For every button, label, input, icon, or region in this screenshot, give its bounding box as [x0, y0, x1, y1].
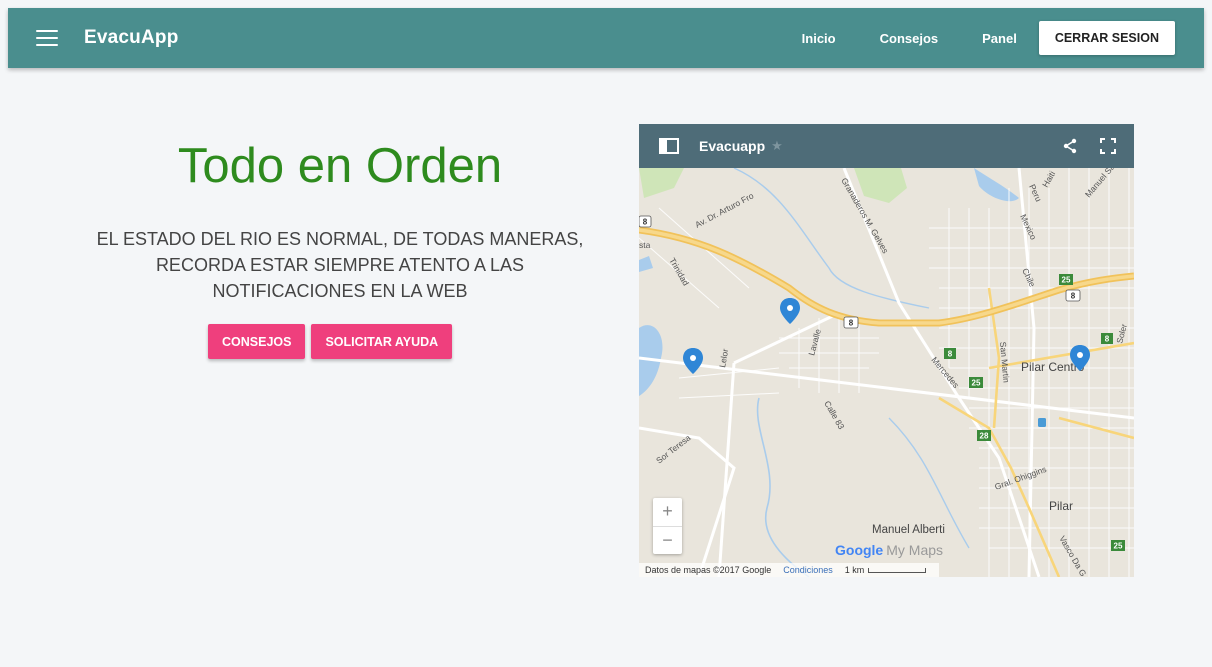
scale-bar — [868, 567, 927, 573]
star-icon[interactable]: ★ — [771, 138, 783, 154]
tips-button[interactable]: CONSEJOS — [208, 324, 306, 359]
scale-label: 1 km — [844, 565, 865, 575]
place-label: Manuel Alberti — [872, 524, 945, 536]
svg-text:25: 25 — [972, 379, 981, 388]
svg-text:8: 8 — [643, 218, 648, 227]
map-legend-toggle-icon[interactable] — [659, 138, 679, 154]
status-message-line: EL ESTADO DEL RIO ES NORMAL, DE TODAS MA… — [96, 229, 584, 249]
map-title: Evacuapp — [699, 138, 766, 154]
svg-text:25: 25 — [1062, 276, 1071, 285]
zoom-out-button[interactable]: − — [653, 525, 682, 555]
map-canvas[interactable]: 8 8 8 25 8 8 25 28 25 Av. Dr. Arturo Fro… — [639, 168, 1134, 577]
google-my-maps-logo: Google My Maps — [835, 542, 943, 558]
map-attribution-bar: Datos de mapas ©2017 Google Condiciones … — [639, 563, 939, 577]
app-brand[interactable]: EvacuApp — [84, 27, 179, 49]
google-logo: Google — [835, 542, 884, 558]
my-maps-label: My Maps — [886, 542, 944, 558]
route-shield: 8 — [843, 316, 859, 329]
logout-button[interactable]: CERRAR SESION — [1038, 21, 1175, 55]
nav-panel[interactable]: Panel — [982, 31, 1017, 46]
embedded-map[interactable]: Evacuapp ★ 8 8 8 25 8 8 25 28 25 Av. Dr.… — [639, 124, 1134, 577]
nav-consejos[interactable]: Consejos — [880, 31, 939, 46]
svg-text:8: 8 — [1105, 335, 1110, 344]
svg-text:28: 28 — [980, 432, 989, 441]
route-shield: 25 — [1111, 540, 1125, 551]
terms-link[interactable]: Condiciones — [783, 565, 833, 575]
route-shield: 25 — [969, 377, 983, 388]
street-label: sta — [639, 240, 651, 250]
action-buttons: CONSEJOS SOLICITAR AYUDA — [208, 324, 453, 359]
status-headline: Todo en Orden — [177, 139, 503, 193]
svg-text:8: 8 — [1071, 292, 1076, 301]
place-label: Pilar — [1049, 499, 1073, 513]
status-message-line: RECORDA ESTAR SIEMPRE ATENTO A LAS — [155, 255, 525, 275]
route-shield: 25 — [1059, 274, 1073, 285]
map-scale: 1 km — [845, 565, 927, 575]
zoom-controls: + − — [653, 498, 682, 554]
route-shield: 8 — [639, 215, 652, 228]
svg-text:8: 8 — [849, 319, 854, 328]
fullscreen-icon[interactable] — [1100, 138, 1116, 154]
nav-inicio[interactable]: Inicio — [802, 31, 836, 46]
top-app-bar: EvacuApp Inicio Consejos Panel CERRAR SE… — [8, 8, 1204, 68]
map-attribution: Datos de mapas ©2017 Google — [645, 565, 772, 575]
route-shield: 28 — [977, 430, 991, 441]
status-message: EL ESTADO DEL RIO ES NORMAL, DE TODAS MA… — [60, 226, 620, 304]
request-help-button[interactable]: SOLICITAR AYUDA — [311, 324, 453, 359]
top-nav: Inicio Consejos Panel CERRAR SESION — [780, 21, 1204, 55]
zoom-in-button[interactable]: + — [653, 498, 682, 526]
status-message-line: NOTIFICACIONES EN LA WEB — [212, 281, 468, 301]
share-icon[interactable] — [1062, 138, 1078, 154]
poi-icon — [1038, 418, 1046, 427]
route-shield: 8 — [1101, 333, 1113, 344]
map-header: Evacuapp ★ — [639, 124, 1134, 168]
route-shield: 8 — [944, 348, 956, 359]
svg-text:25: 25 — [1114, 542, 1123, 551]
svg-text:8: 8 — [948, 350, 953, 359]
route-shield: 8 — [1065, 289, 1081, 302]
menu-icon[interactable] — [36, 30, 58, 46]
